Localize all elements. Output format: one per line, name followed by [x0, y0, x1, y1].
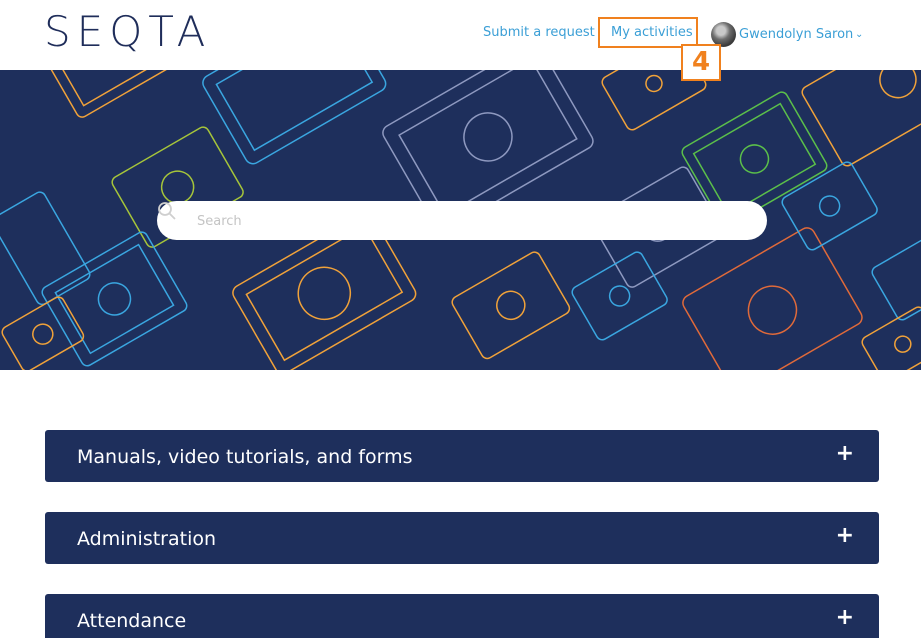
search-input[interactable] — [197, 210, 737, 232]
chevron-down-icon[interactable]: ⌄ — [855, 27, 863, 43]
section-administration[interactable]: Administration + — [45, 512, 879, 564]
expand-plus-icon[interactable]: + — [836, 441, 854, 467]
expand-plus-icon[interactable]: + — [836, 523, 854, 549]
expand-plus-icon[interactable]: + — [836, 605, 854, 631]
search-icon — [158, 202, 176, 220]
user-menu-name[interactable]: Gwendolyn Saron — [739, 27, 853, 43]
step-number-badge: 4 — [681, 44, 721, 81]
section-title: Attendance — [77, 610, 187, 632]
section-attendance[interactable]: Attendance + — [45, 594, 879, 638]
section-title: Administration — [77, 528, 217, 550]
section-manuals[interactable]: Manuals, video tutorials, and forms + — [45, 430, 879, 482]
site-header: SEQTA Submit a request My activities 4 G… — [0, 0, 921, 81]
hero-banner — [0, 70, 921, 370]
search-bar[interactable] — [157, 201, 767, 240]
seqta-logo[interactable]: SEQTA — [44, 8, 211, 56]
section-title: Manuals, video tutorials, and forms — [77, 446, 413, 468]
submit-request-link[interactable]: Submit a request — [483, 25, 595, 41]
